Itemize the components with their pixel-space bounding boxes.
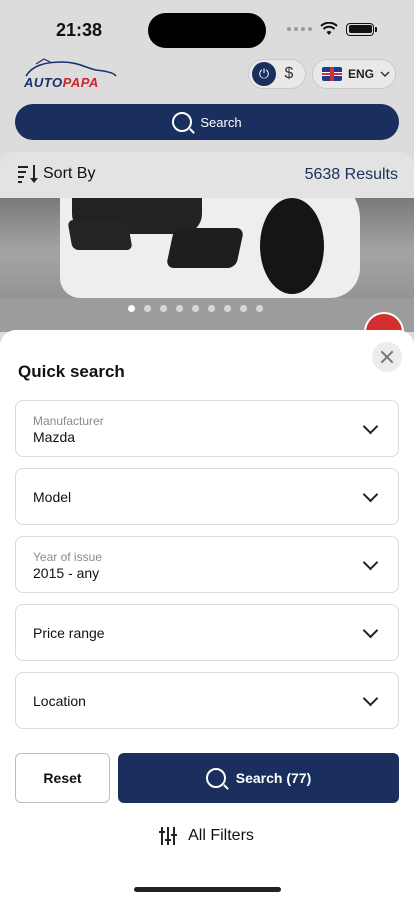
manufacturer-select[interactable]: Manufacturer Mazda [15,400,399,457]
filters-icon [159,827,178,845]
price-range-select[interactable]: Price range [15,604,399,661]
all-filters-button[interactable]: All Filters [0,827,414,845]
carousel-pagination [128,305,263,312]
carousel-dot[interactable] [144,305,151,312]
model-select[interactable]: Model [15,468,399,525]
currency-option-active[interactable]: ⏻ [252,62,276,86]
search-results-label: Search (77) [235,770,312,786]
carousel-dot[interactable] [256,305,263,312]
reset-button[interactable]: Reset [15,753,110,803]
manufacturer-label: Manufacturer [33,414,104,428]
currency-option-dollar[interactable]: $ [276,65,302,83]
carousel-dot[interactable] [128,305,135,312]
manufacturer-value: Mazda [33,429,76,445]
model-label: Model [33,489,72,505]
app-header: AUTOPAPA ⏻ $ ENG [0,56,414,96]
location-label: Location [33,693,86,709]
sort-bar: Sort By 5638 Results [0,152,414,198]
close-icon[interactable] [372,342,402,372]
sort-icon [18,165,38,183]
chevron-down-icon [362,622,379,639]
uk-flag-icon [322,67,342,81]
search-icon [172,112,193,132]
year-value: 2015 - any [33,565,100,581]
carousel-dot[interactable] [224,305,231,312]
home-indicator [134,887,281,892]
chevron-down-icon [362,486,379,503]
search-icon [205,768,226,788]
search-results-button[interactable]: Search (77) [118,753,399,803]
search-button[interactable]: Search [15,104,399,140]
currency-toggle[interactable]: ⏻ $ [248,59,306,89]
carousel-dot[interactable] [192,305,199,312]
status-icons [287,22,377,36]
language-code: ENG [348,67,375,81]
status-time: 21:38 [56,20,103,40]
search-label: Search [200,114,242,130]
chevron-down-icon [380,71,390,78]
sort-by-button[interactable]: Sort By [18,165,95,183]
logo-text: AUTOPAPA [24,75,99,90]
chevron-down-icon [362,690,379,707]
chevron-down-icon [362,554,379,571]
results-count: 5638 Results [304,166,398,183]
cellular-signal-icon [287,27,312,31]
status-bar: 21:38 [0,0,414,58]
year-label: Year of issue [33,550,102,564]
carousel-dot[interactable] [160,305,167,312]
sort-by-label: Sort By [43,165,96,182]
wifi-icon [320,22,338,35]
price-range-label: Price range [33,625,105,641]
year-select[interactable]: Year of issue 2015 - any [15,536,399,593]
carousel-dot[interactable] [208,305,215,312]
language-selector[interactable]: ENG [312,59,396,89]
carousel-dot[interactable] [240,305,247,312]
sheet-title: Quick search [18,362,125,381]
carousel-dot[interactable] [176,305,183,312]
quick-search-sheet: Quick search Manufacturer Mazda Model Ye… [0,330,414,900]
dynamic-island [148,13,266,48]
location-select[interactable]: Location [15,672,399,729]
all-filters-label: All Filters [188,827,254,844]
autopapa-logo[interactable]: AUTOPAPA [22,56,118,92]
battery-icon [346,22,377,36]
chevron-down-icon [362,418,379,435]
